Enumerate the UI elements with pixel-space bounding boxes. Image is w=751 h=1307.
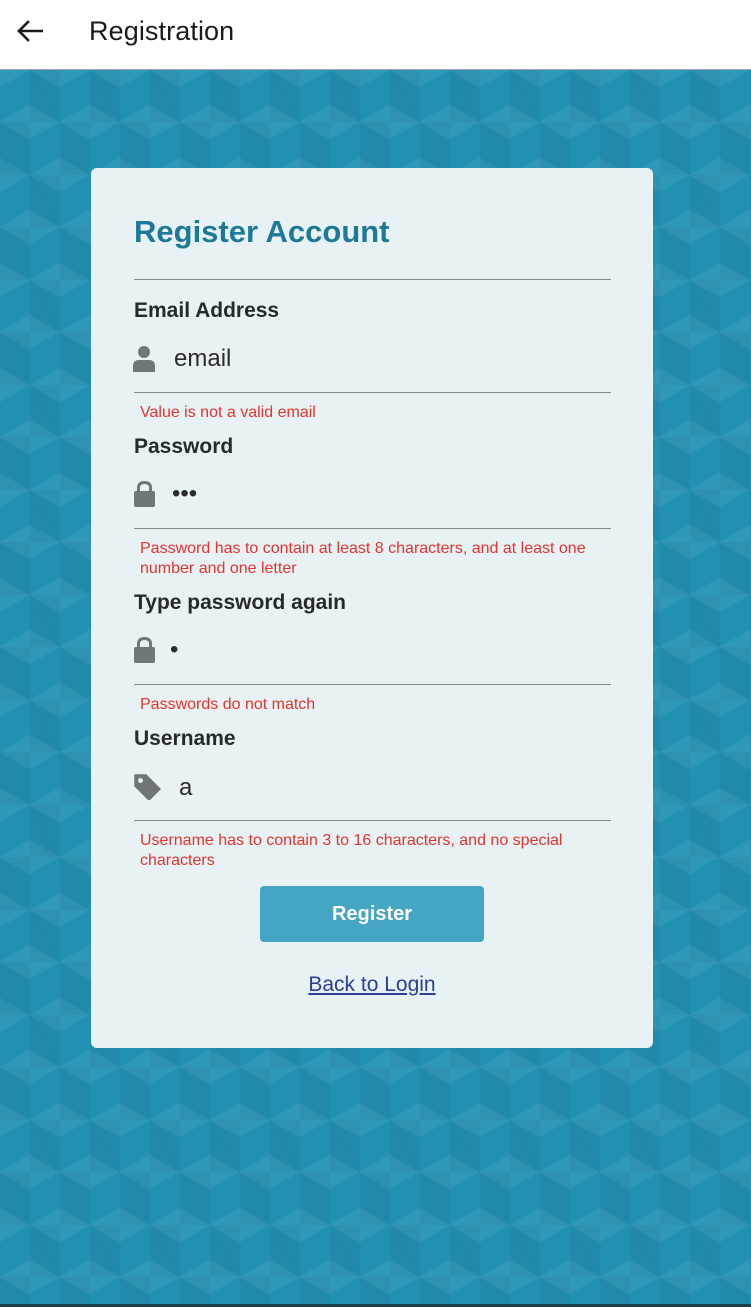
register-button[interactable]: Register bbox=[260, 886, 484, 942]
password-label: Password bbox=[134, 435, 234, 458]
password-again-error: Passwords do not match bbox=[140, 696, 316, 713]
email-label: Email Address bbox=[134, 299, 280, 322]
lock-icon bbox=[133, 636, 155, 664]
email-error: Value is not a valid email bbox=[140, 404, 316, 421]
app-bar: Registration bbox=[0, 0, 751, 70]
password-again-label: Type password again bbox=[134, 591, 346, 614]
back-to-login-link[interactable]: Back to Login bbox=[91, 973, 653, 997]
title-divider bbox=[134, 279, 611, 280]
page-title: Registration bbox=[89, 16, 235, 46]
arrow-left-icon[interactable] bbox=[16, 17, 44, 45]
password-error: Password has to contain at least 8 chara… bbox=[140, 540, 586, 577]
user-icon bbox=[133, 344, 155, 372]
username-field[interactable] bbox=[179, 768, 599, 808]
register-card: Register Account Email Address Value is … bbox=[91, 168, 653, 1048]
password-field[interactable] bbox=[172, 474, 602, 514]
email-field[interactable] bbox=[174, 339, 604, 379]
username-label: Username bbox=[134, 727, 236, 750]
username-underline bbox=[134, 820, 611, 821]
username-error: Username has to contain 3 to 16 characte… bbox=[140, 832, 563, 869]
password-underline bbox=[134, 528, 611, 529]
password-again-underline bbox=[134, 684, 611, 685]
lock-icon bbox=[133, 480, 155, 508]
tag-icon bbox=[133, 773, 161, 801]
password-again-field[interactable] bbox=[170, 630, 600, 670]
card-title: Register Account bbox=[134, 214, 390, 249]
email-underline bbox=[134, 392, 611, 393]
